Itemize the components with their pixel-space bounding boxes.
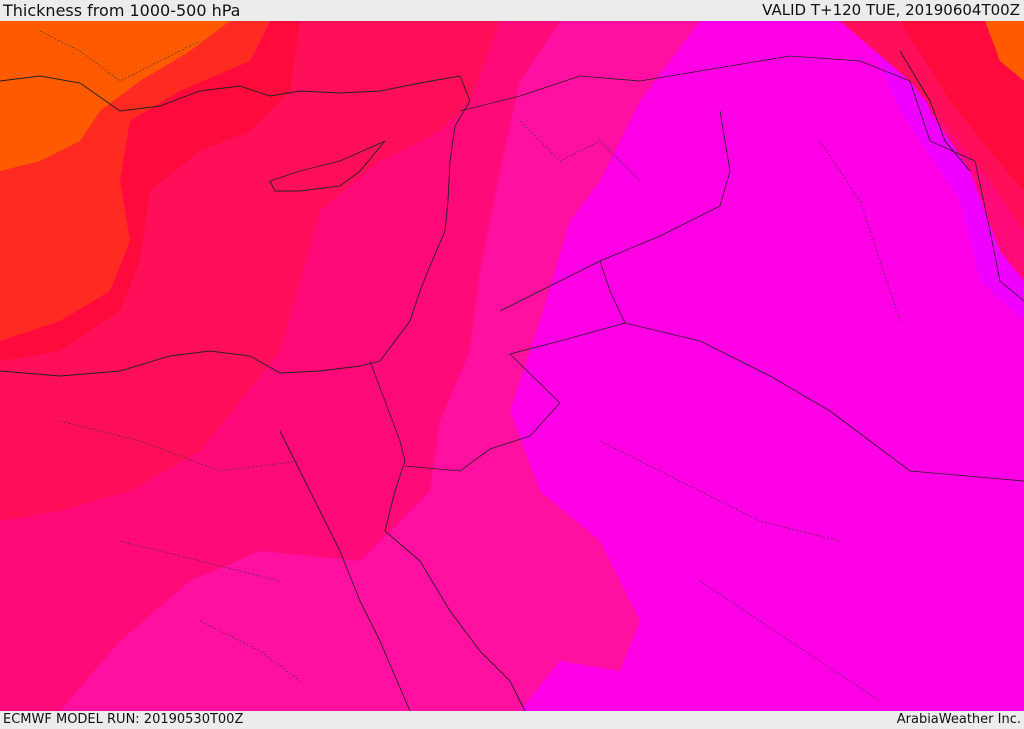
model-run-label: ECMWF MODEL RUN: 20190530T00Z [3,712,244,727]
map-title: Thickness from 1000-500 hPa [3,1,241,20]
header-bar: Thickness from 1000-500 hPa VALID T+120 … [0,0,1024,21]
weather-map-frame: Thickness from 1000-500 hPa VALID T+120 … [0,0,1024,729]
map-canvas [0,21,1024,711]
thickness-map [0,21,1024,711]
valid-time-label: VALID T+120 TUE, 20190604T00Z [762,1,1020,19]
footer-bar: ECMWF MODEL RUN: 20190530T00Z ArabiaWeat… [0,711,1024,729]
credit-label: ArabiaWeather Inc. [896,712,1021,727]
